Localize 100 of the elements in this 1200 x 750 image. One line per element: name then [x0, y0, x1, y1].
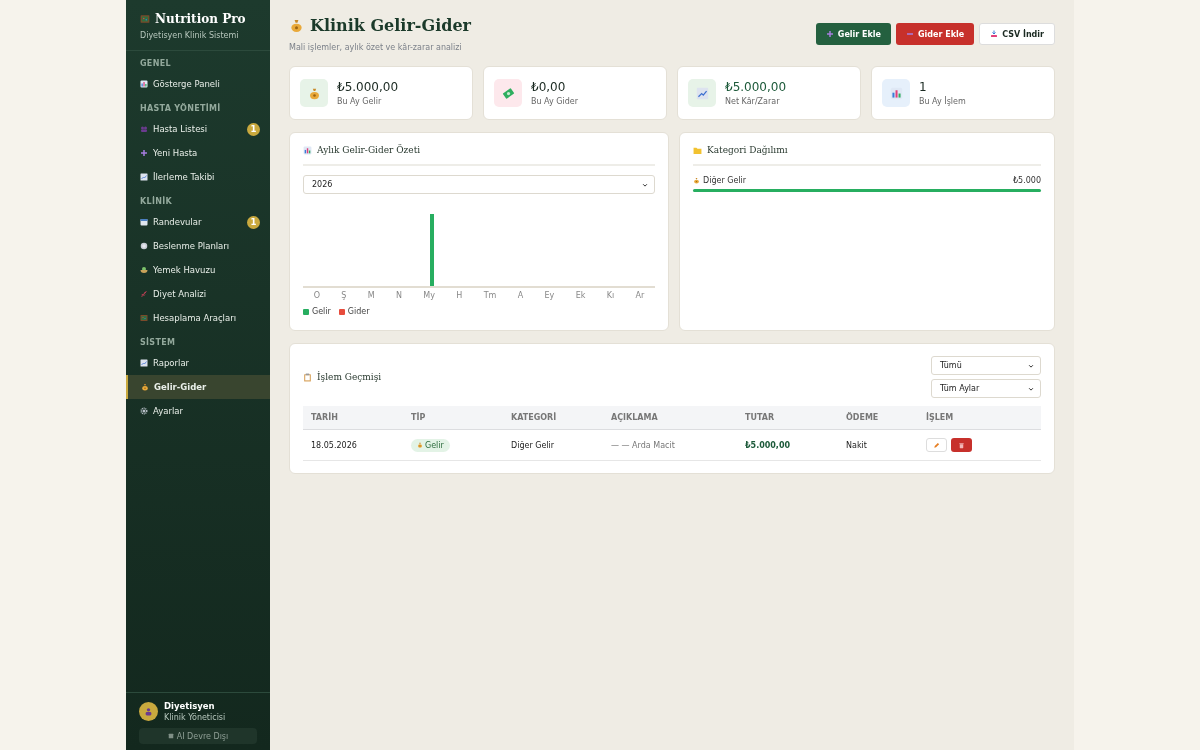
stat-value: ₺5.000,00 [725, 80, 787, 94]
count-badge: 1 [247, 215, 260, 229]
nav-item[interactable]: Hasta Listesi 1 [126, 117, 270, 141]
axis-label: N [396, 291, 402, 300]
stat-value: ₺5.000,00 [337, 80, 399, 94]
section-title: GENEL [139, 58, 172, 70]
table-cell-text: 18.05.2026 [311, 440, 358, 450]
table-cell-text: ₺5.000,00 [745, 440, 792, 450]
bar-chart-icon [889, 86, 903, 100]
gear-icon [140, 407, 148, 415]
panel-title: İşlem Geçmişi [317, 372, 382, 382]
money-bag-icon [307, 86, 321, 100]
add-button[interactable]: Gider Ekle [896, 23, 975, 45]
dna-icon [140, 290, 148, 298]
nav-item[interactable]: Raporlar [126, 351, 270, 375]
plus-icon [825, 30, 834, 38]
nav-item[interactable]: Gelir-Gider [126, 375, 270, 399]
abacus-icon [140, 14, 150, 24]
type-filter[interactable]: Tümü [931, 356, 1041, 375]
minus-icon [906, 30, 914, 38]
nav-item[interactable]: Gösterge Paneli [126, 72, 270, 96]
edit-button[interactable] [926, 438, 947, 452]
table-cell-text: Diğer Gelir [511, 440, 556, 450]
table-cell-text: — — Arda Macit [611, 440, 676, 450]
section-title: KLİNİK [139, 195, 173, 208]
brand-subtitle: Diyetisyen Klinik Sistemi [140, 31, 240, 40]
bowl-icon [140, 266, 148, 274]
category-amount: ₺5.000 [1013, 176, 1041, 185]
axis-label: Kı [606, 291, 615, 300]
month-filter[interactable]: Tüm Aylar [931, 379, 1041, 398]
page-subtitle: Mali işlemler, aylık özet ve kâr-zarar analizi [289, 43, 463, 52]
stat-label: Bu Ay Gider [531, 97, 579, 106]
caret-icon [1028, 362, 1034, 369]
calendar-icon [140, 218, 148, 226]
column-header: TARİH [311, 413, 339, 422]
export-button[interactable]: CSV İndir [979, 23, 1055, 45]
column-header: ÖDEME [846, 413, 880, 422]
money-bag-icon [289, 18, 304, 33]
axis-label: Ş [341, 291, 347, 300]
brand-name: Nutrition Pro [155, 12, 246, 26]
nav-item[interactable]: Randevular 1 [126, 210, 270, 234]
column-header: AÇIKLAMA [611, 413, 659, 422]
table-cell-text: Nakit [846, 440, 868, 450]
user-name: Diyetisyen [164, 701, 216, 711]
stat-label: Bu Ay İşlem [919, 97, 966, 106]
stat-label: Net Kâr/Zarar [725, 97, 781, 106]
person-icon [144, 707, 153, 716]
nav-item[interactable]: Ayarlar [126, 399, 270, 423]
column-header: KATEGORİ [511, 413, 558, 422]
line-chart-icon [140, 359, 148, 367]
axis-label: Ek [575, 291, 586, 300]
axis-label: My [423, 291, 435, 300]
money-bag-icon [693, 177, 700, 184]
ai-button[interactable]: AI Devre Dışı [139, 728, 257, 744]
column-header: TİP [411, 413, 427, 422]
line-chart-icon [140, 173, 148, 181]
line-chart-icon [695, 86, 709, 100]
axis-label: Ar [635, 291, 645, 300]
nav-item[interactable]: Beslenme Planları [126, 234, 270, 258]
user-role: Klinik Yöneticisi [164, 713, 226, 722]
type-tag: Gelir [411, 438, 450, 452]
nav-item[interactable]: İlerleme Takibi [126, 165, 270, 189]
delete-button[interactable] [951, 438, 972, 452]
year-select[interactable]: 2026 [303, 175, 655, 194]
axis-label: M [367, 291, 375, 300]
clipboard-icon [303, 372, 312, 382]
axis-label: H [456, 291, 463, 300]
bar-chart-icon [303, 145, 312, 155]
trash-icon [958, 441, 965, 449]
nav-item[interactable]: Hesaplama Araçları [126, 306, 270, 330]
stat-value: 1 [919, 80, 928, 94]
money-bag-icon [141, 383, 149, 391]
column-header: TUTAR [745, 413, 776, 422]
count-badge: 1 [247, 122, 260, 136]
panel-title: Aylık Gelir-Gider Özeti [317, 145, 421, 155]
add-button[interactable]: Gelir Ekle [815, 23, 891, 45]
nav-item[interactable]: Diyet Analizi [126, 282, 270, 306]
axis-label: O [313, 291, 320, 300]
download-icon [990, 30, 999, 38]
caret-icon [642, 181, 648, 188]
column-header: İŞLEM [926, 413, 955, 422]
axis-label: A [517, 291, 524, 300]
nav-item[interactable]: Yeni Hasta [126, 141, 270, 165]
nav-item[interactable]: Yemek Havuzu [126, 258, 270, 282]
legend-swatch [338, 308, 345, 315]
folder-icon [693, 145, 702, 155]
legend-label: Gelir [312, 307, 331, 316]
legend-label: Gider [347, 307, 370, 316]
legend-swatch [303, 308, 309, 315]
plus-icon [140, 149, 148, 157]
pencil-icon [933, 441, 940, 449]
money-bag-icon [417, 442, 423, 448]
category-name: Diğer Gelir [703, 176, 747, 185]
page-title: Klinik Gelir-Gider [310, 16, 472, 35]
axis-label: Ey [544, 291, 555, 300]
stat-label: Bu Ay Gelir [337, 97, 383, 106]
stat-value: ₺0,00 [531, 80, 567, 94]
caret-icon [1028, 385, 1034, 392]
plate-icon [140, 242, 148, 250]
chart-bar [430, 214, 434, 286]
